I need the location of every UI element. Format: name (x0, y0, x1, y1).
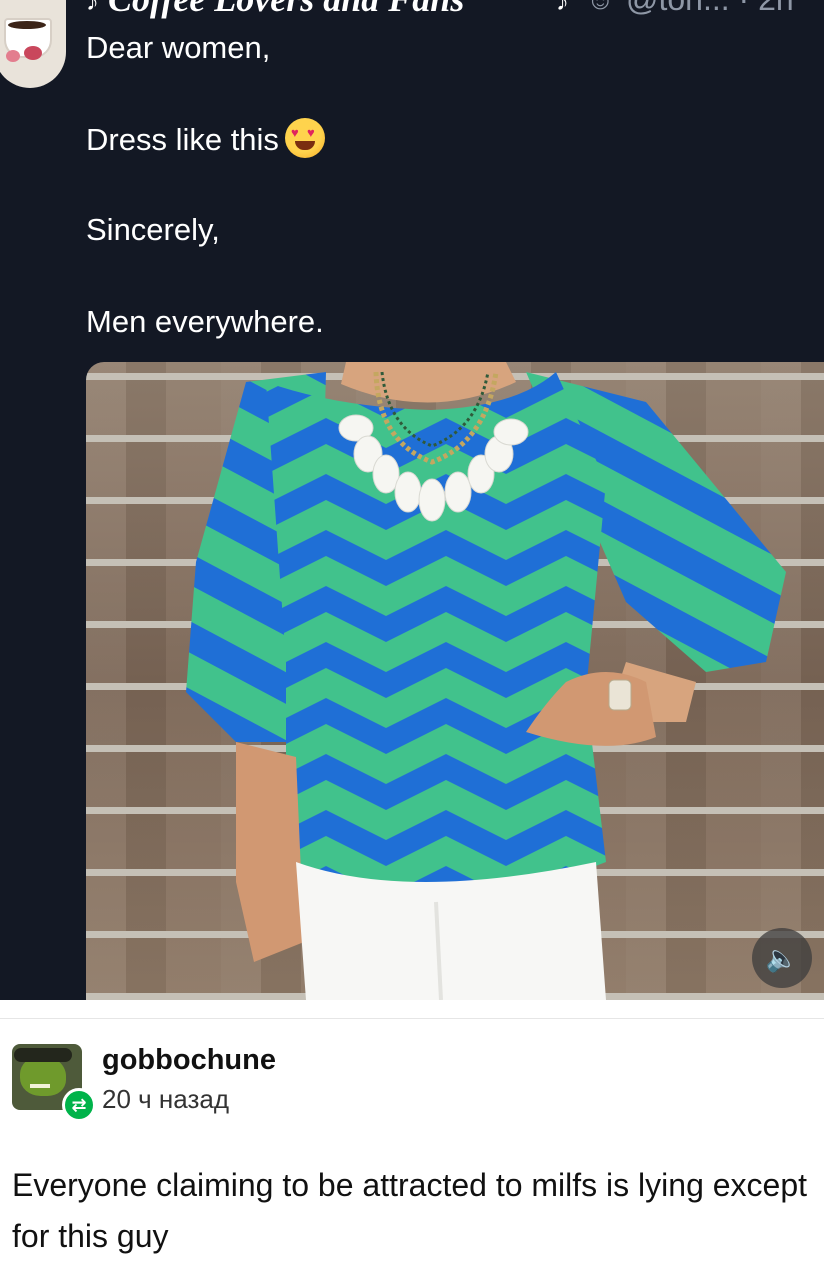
heart-eye-right: ♥ (306, 125, 315, 140)
heart-eye-left: ♥ (290, 125, 299, 140)
tweet-display-name[interactable]: Coffee Lovers and Fans (108, 0, 464, 20)
reblog-icon: ⇄ (62, 1088, 96, 1122)
tweet-avatar[interactable] (0, 0, 66, 88)
smile-icon: ☺ (586, 0, 615, 16)
rose-decoration (6, 50, 20, 62)
post-comment-text: Everyone claiming to be attracted to mil… (12, 1167, 808, 1254)
avatar-teeth (30, 1084, 50, 1088)
post-username[interactable]: gobbochune (102, 1044, 276, 1077)
tweet-screenshot: ♪ Coffee Lovers and Fans ♪ ☺ @ton... · 2… (0, 0, 824, 1000)
avatar-face (20, 1056, 66, 1096)
tweet-line-dress: Dress like this ♥ ♥ (86, 118, 325, 158)
tweet-line-signature: Men everywhere. (86, 304, 324, 339)
speaker-icon[interactable]: 🔈 (752, 928, 812, 988)
divider (0, 1018, 824, 1019)
tweet-media-photo[interactable]: 🔈 (86, 362, 824, 1000)
music-note-icon: ♪ (556, 0, 569, 16)
chevron-shirt-illustration (186, 362, 786, 1000)
avatar-hat (14, 1048, 72, 1062)
tweet-line-greeting: Dear women, (86, 30, 271, 65)
emoji-mouth (294, 141, 315, 150)
tweet-header: ♪ Coffee Lovers and Fans ♪ ☺ @ton... · 2… (86, 0, 806, 20)
tweet-line-sincerely: Sincerely, (86, 212, 220, 247)
coffee-surface (8, 21, 46, 29)
music-note-icon: ♪ (86, 0, 99, 16)
rose-decoration (24, 46, 42, 60)
tweet-line-dress-text: Dress like this (86, 122, 279, 157)
heart-eyes-emoji-icon: ♥ ♥ (284, 118, 325, 158)
post-timestamp: 20 ч назад (102, 1084, 229, 1114)
tweet-handle: @ton... · 2h (626, 0, 794, 18)
